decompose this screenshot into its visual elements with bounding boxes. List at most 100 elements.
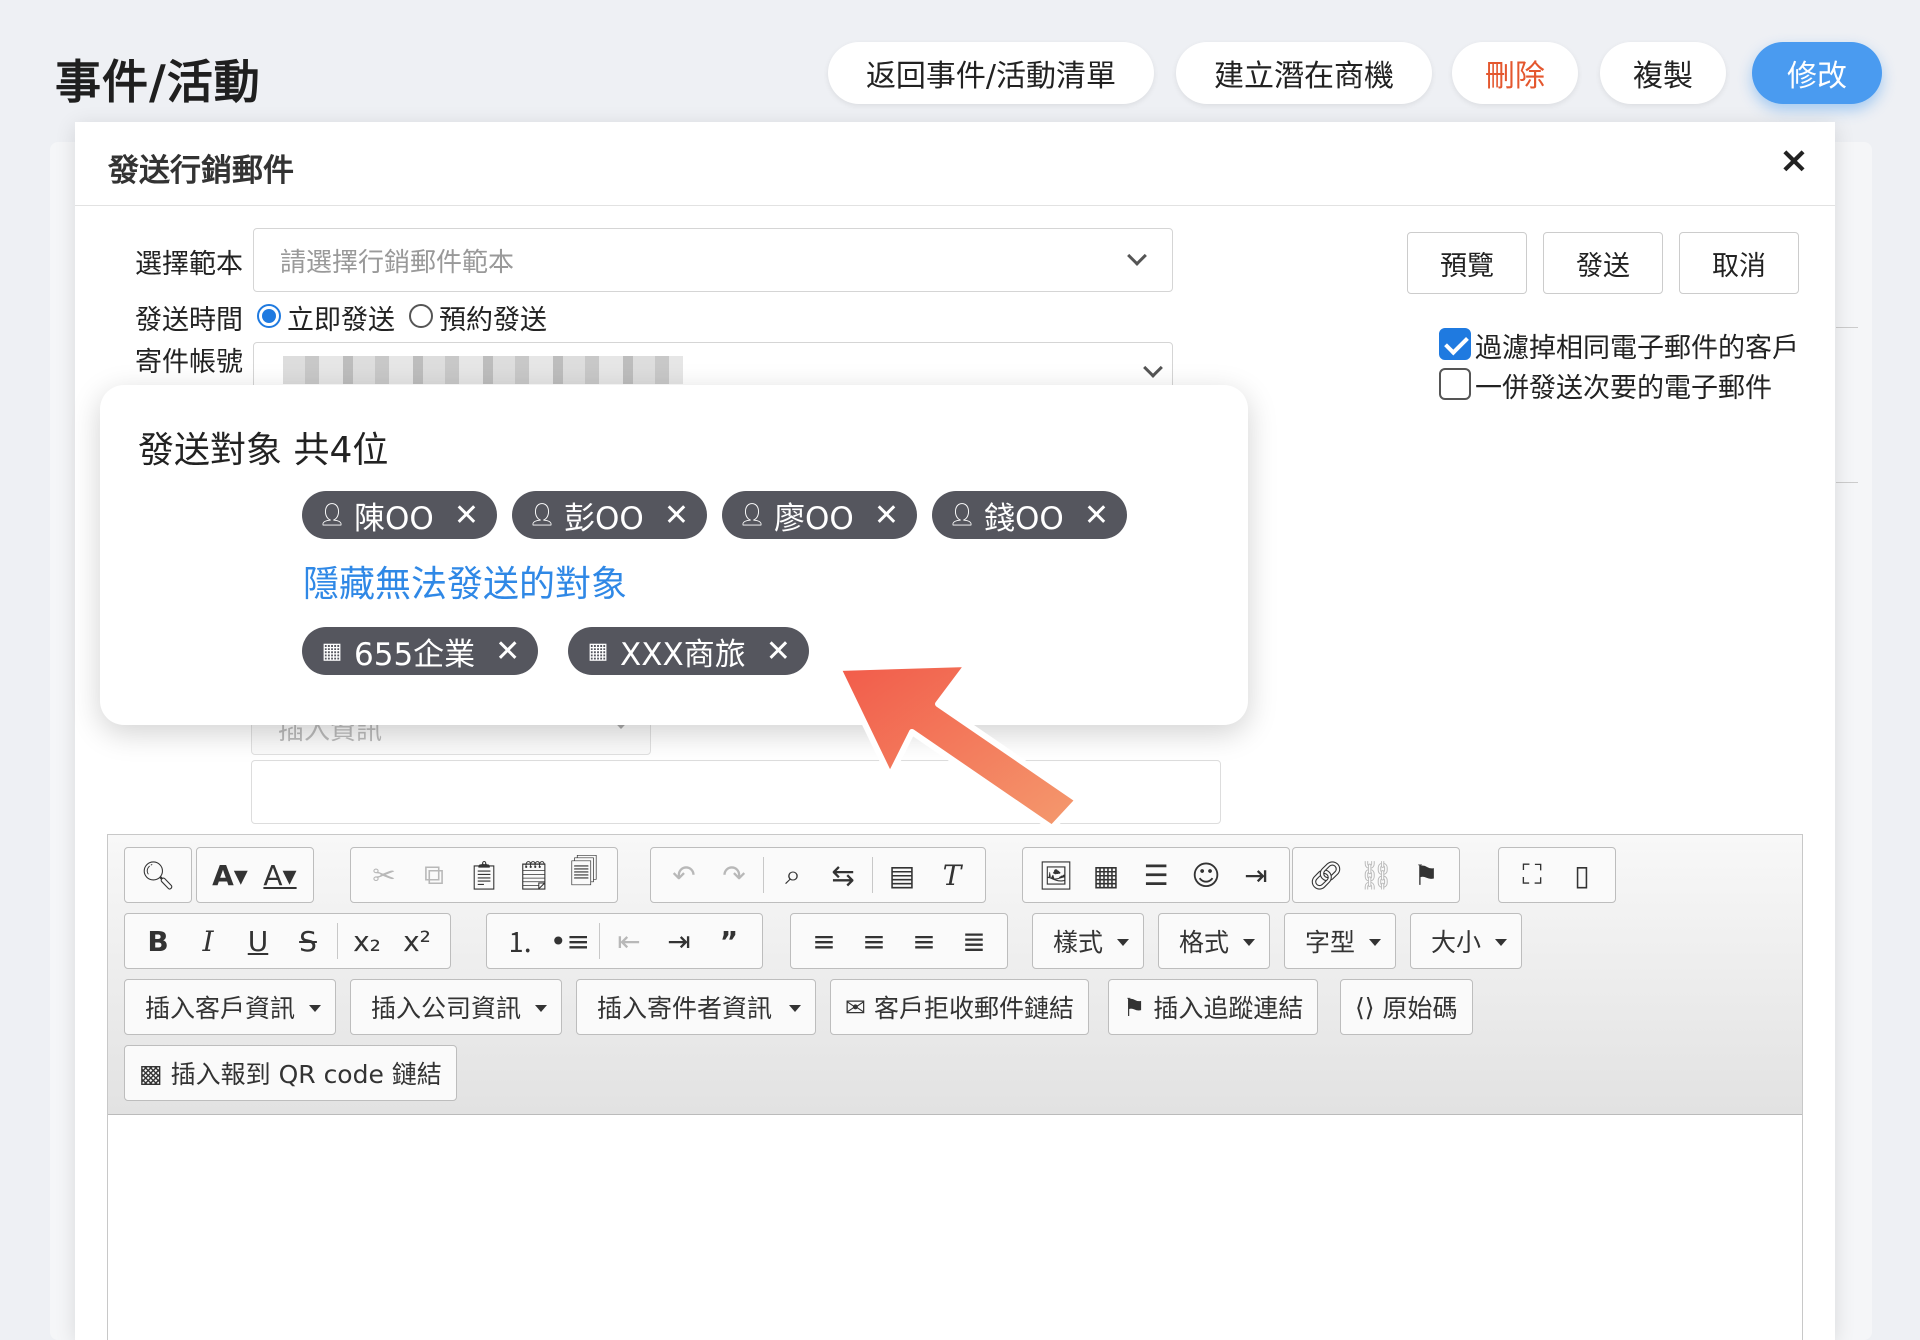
- copy-button[interactable]: 複製: [1600, 42, 1726, 104]
- align-left-icon[interactable]: ≡: [799, 919, 849, 963]
- modal-title: 發送行銷郵件: [108, 153, 294, 189]
- insert-sender-info-button[interactable]: 插入寄件者資訊: [576, 979, 816, 1035]
- bold-icon[interactable]: B: [133, 919, 183, 963]
- toolbar-separator: [337, 923, 338, 959]
- page-break-icon[interactable]: ⇥: [1231, 853, 1281, 897]
- building-icon: ▦: [321, 638, 343, 664]
- size-combo[interactable]: 大小: [1410, 913, 1522, 969]
- send-button[interactable]: 發送: [1543, 232, 1663, 294]
- preview-button[interactable]: 預覽: [1407, 232, 1527, 294]
- select-all-icon[interactable]: ▤: [877, 853, 927, 897]
- numbered-list-icon[interactable]: ⒈: [495, 919, 545, 963]
- cut-icon[interactable]: ✂: [359, 853, 409, 897]
- show-blocks-icon[interactable]: ▯: [1557, 853, 1607, 897]
- template-label: 選擇範本: [135, 249, 243, 280]
- horizontal-line-icon[interactable]: ☰: [1131, 853, 1181, 897]
- redo-icon[interactable]: ↷: [709, 853, 759, 897]
- paste-icon[interactable]: 📋︎: [459, 853, 509, 897]
- undo-icon[interactable]: ↶: [659, 853, 709, 897]
- replace-icon[interactable]: ⇆: [818, 853, 868, 897]
- tracking-link-button[interactable]: ⚑ 插入追蹤連結: [1108, 979, 1319, 1035]
- toolbar-separator: [872, 857, 873, 893]
- find-icon[interactable]: ⌕: [768, 853, 818, 897]
- recipient-name: 陳OO: [354, 500, 434, 537]
- filter-duplicates-label[interactable]: 過濾掉相同電子郵件的客戶: [1475, 326, 1799, 365]
- blockquote-icon[interactable]: ”: [704, 919, 754, 963]
- remove-chip-icon[interactable]: ✕: [454, 498, 479, 533]
- create-lead-button[interactable]: 建立潛在商機: [1176, 42, 1432, 104]
- source-code-button[interactable]: ⟨⟩ 原始碼: [1340, 979, 1473, 1035]
- image-icon[interactable]: 🖼︎: [1031, 853, 1081, 897]
- unsubscribe-link-button[interactable]: ✉ 客戶拒收郵件鏈結: [830, 979, 1089, 1035]
- subscript-icon[interactable]: x₂: [342, 919, 392, 963]
- recipients-popup-title: 發送對象 共4位: [138, 430, 389, 471]
- recipient-chip: 👤︎ 彭OO ✕: [512, 491, 707, 539]
- style-combo[interactable]: 樣式: [1032, 913, 1144, 969]
- caret-down-icon: [1117, 939, 1129, 946]
- maximize-icon[interactable]: ⛶: [1507, 853, 1557, 897]
- chevron-down-icon: [1127, 246, 1147, 266]
- send-now-radio[interactable]: [257, 304, 281, 328]
- send-scheduled-radio[interactable]: [409, 304, 433, 328]
- annotation-arrow-icon: [835, 661, 1081, 831]
- person-icon: 👤︎: [948, 502, 976, 528]
- text-color-icon[interactable]: A▾: [255, 853, 305, 897]
- preview-doc-icon[interactable]: 🔍︎: [133, 853, 183, 897]
- strikethrough-icon[interactable]: S: [283, 919, 333, 963]
- remove-chip-icon[interactable]: ✕: [664, 498, 689, 533]
- align-right-icon[interactable]: ≡: [899, 919, 949, 963]
- superscript-icon[interactable]: x²: [392, 919, 442, 963]
- remove-chip-icon[interactable]: ✕: [874, 498, 899, 533]
- delete-button[interactable]: 刪除: [1452, 42, 1578, 104]
- insert-customer-info-button[interactable]: 插入客戶資訊: [124, 979, 336, 1035]
- send-now-label[interactable]: 立即發送: [287, 298, 395, 337]
- editor-content-area[interactable]: [108, 1116, 1802, 1340]
- cancel-button[interactable]: 取消: [1679, 232, 1799, 294]
- copy-icon[interactable]: ⧉: [409, 853, 459, 897]
- table-icon[interactable]: ▦: [1081, 853, 1131, 897]
- paste-text-icon[interactable]: 🗒︎: [509, 853, 559, 897]
- format-combo[interactable]: 格式: [1158, 913, 1270, 969]
- edit-button[interactable]: 修改: [1752, 42, 1882, 104]
- person-icon: 👤︎: [738, 502, 766, 528]
- remove-chip-icon[interactable]: ✕: [495, 634, 520, 669]
- send-scheduled-label[interactable]: 預約發送: [439, 298, 547, 337]
- filter-duplicates-checkbox[interactable]: [1439, 328, 1471, 360]
- recipient-name: 彭OO: [564, 500, 644, 537]
- background-color-icon[interactable]: A▾: [205, 853, 255, 897]
- insert-qr-link-button[interactable]: ▩ 插入報到 QR code 鏈結: [124, 1045, 457, 1101]
- redacted-sender-account: [283, 356, 683, 384]
- send-secondary-checkbox[interactable]: [1439, 368, 1471, 400]
- justify-icon[interactable]: ≣: [949, 919, 999, 963]
- insert-company-info-label: 插入公司資訊: [371, 994, 522, 1023]
- paste-word-icon[interactable]: 🗐︎: [559, 853, 609, 897]
- recipient-name: 廖OO: [774, 500, 854, 537]
- remove-format-icon[interactable]: T: [927, 853, 977, 897]
- toolbar-group-insert: 🖼︎ ▦ ☰ ☺ ⇥: [1022, 847, 1290, 903]
- template-select[interactable]: 請選擇行銷郵件範本: [253, 228, 1173, 292]
- remove-chip-icon[interactable]: ✕: [766, 634, 791, 669]
- anchor-flag-icon[interactable]: ⚑: [1401, 853, 1451, 897]
- link-icon[interactable]: 🔗︎: [1301, 853, 1351, 897]
- person-icon: 👤︎: [528, 502, 556, 528]
- underline-icon[interactable]: U: [233, 919, 283, 963]
- align-center-icon[interactable]: ≡: [849, 919, 899, 963]
- chevron-down-icon: [1143, 358, 1163, 378]
- back-to-list-button[interactable]: 返回事件/活動清單: [828, 42, 1154, 104]
- emoji-icon[interactable]: ☺: [1181, 853, 1231, 897]
- caret-down-icon: [535, 1005, 547, 1012]
- hide-unsendable-link[interactable]: 隱藏無法發送的對象: [303, 555, 627, 607]
- indent-icon[interactable]: ⇥: [654, 919, 704, 963]
- company-chip: ▦ 655企業 ✕: [302, 627, 539, 675]
- italic-icon[interactable]: I: [183, 919, 233, 963]
- unlink-icon[interactable]: ⛓: [1351, 853, 1401, 897]
- remove-chip-icon[interactable]: ✕: [1084, 498, 1109, 533]
- send-secondary-label[interactable]: 一併發送次要的電子郵件: [1475, 366, 1772, 405]
- insert-company-info-button[interactable]: 插入公司資訊: [350, 979, 562, 1035]
- close-icon[interactable]: ×: [1779, 140, 1809, 181]
- bulleted-list-icon[interactable]: •≡: [545, 919, 595, 963]
- font-combo[interactable]: 字型: [1284, 913, 1396, 969]
- editor-toolbar: 🔍︎ A▾ A▾ ✂ ⧉ 📋︎ 🗒︎ 🗐︎ ↶ ↷ ⌕ ⇆ ▤ T 🖼︎ ▦ ☰…: [108, 835, 1802, 1115]
- outdent-icon[interactable]: ⇤: [604, 919, 654, 963]
- toolbar-group-edit: ↶ ↷ ⌕ ⇆ ▤ T: [650, 847, 986, 903]
